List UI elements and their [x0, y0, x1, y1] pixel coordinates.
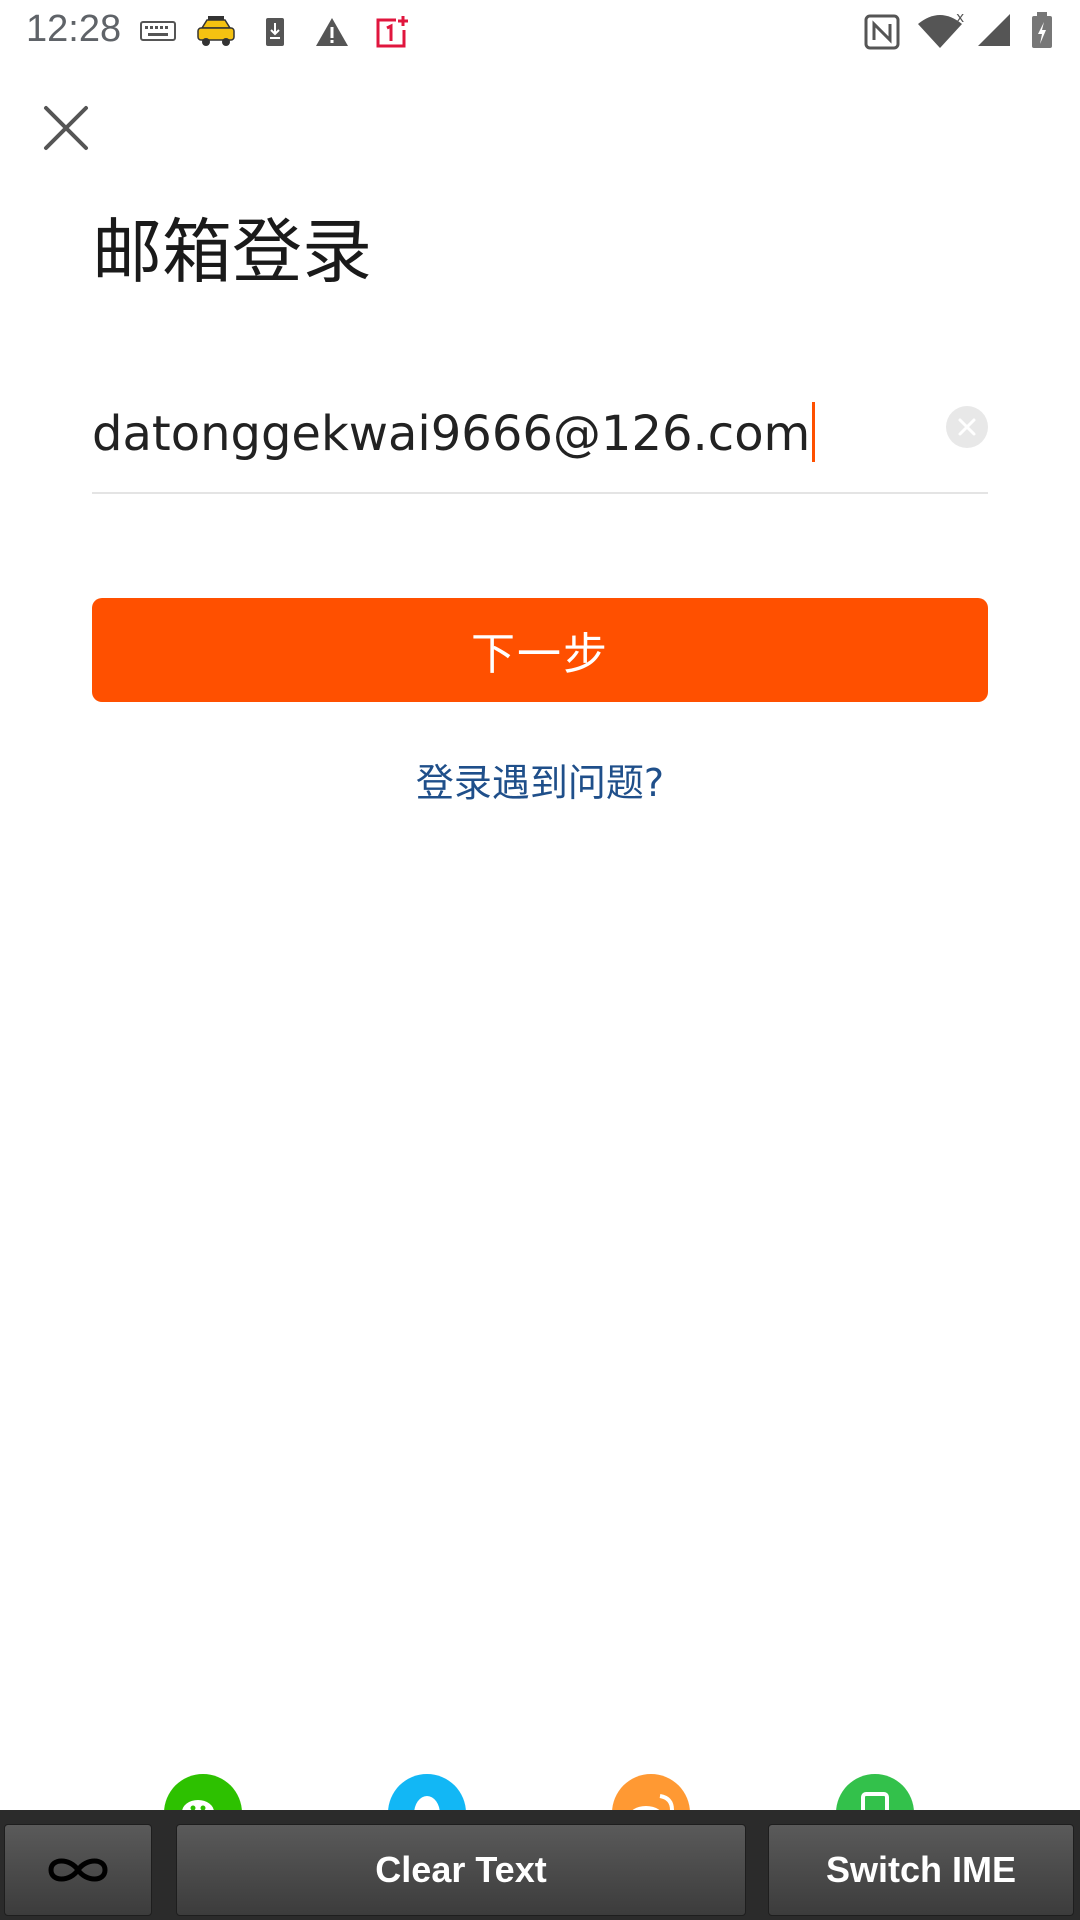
signal-icon	[978, 14, 1010, 46]
status-bar: 12:28 x	[0, 0, 1080, 64]
nfc-icon	[864, 14, 900, 50]
page-title: 邮箱登录	[92, 211, 372, 293]
next-button[interactable]: 下一步	[92, 598, 988, 702]
text-caret	[812, 402, 816, 462]
download-icon	[266, 18, 284, 46]
email-input-value[interactable]: datonggekwai9666@126.com	[92, 402, 816, 462]
taxi-icon	[197, 16, 235, 46]
login-help-link[interactable]: 登录遇到问题?	[0, 752, 1080, 807]
bottom-toolbar: Clear Text Switch IME	[0, 1810, 1080, 1920]
infinity-icon	[48, 1858, 108, 1882]
battery-icon	[1032, 12, 1052, 48]
oneplus-icon	[376, 16, 408, 48]
status-time: 12:28	[26, 8, 122, 50]
email-field[interactable]: datonggekwai9666@126.com	[92, 380, 988, 494]
svg-text:x: x	[956, 10, 964, 26]
switch-ime-button[interactable]: Switch IME	[768, 1824, 1074, 1916]
infinity-button[interactable]	[4, 1824, 152, 1916]
clear-text-button[interactable]: Clear Text	[176, 1824, 746, 1916]
close-icon[interactable]	[38, 100, 94, 156]
clear-input-icon[interactable]	[946, 406, 988, 448]
keyboard-icon	[140, 21, 176, 41]
wifi-icon: x	[918, 10, 964, 48]
warning-icon	[316, 18, 348, 46]
